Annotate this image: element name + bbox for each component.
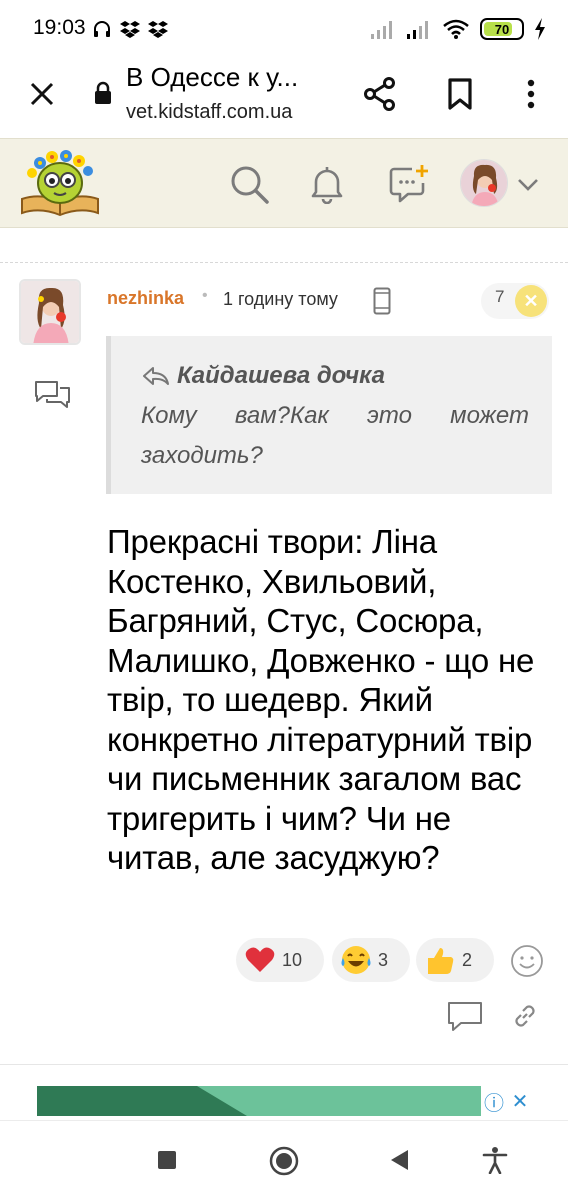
- page-url[interactable]: vet.kidstaff.com.ua: [126, 101, 292, 124]
- headphones-icon: [94, 21, 110, 37]
- page-title[interactable]: В Одессе к у...: [126, 62, 336, 93]
- status-bar: 19:03 70: [0, 0, 568, 58]
- reply-icon[interactable]: [446, 1000, 484, 1039]
- share-icon[interactable]: [360, 72, 400, 116]
- reply-bubbles-icon[interactable]: [33, 378, 71, 417]
- post-counter-number: 7: [495, 287, 505, 306]
- divider: [0, 262, 568, 263]
- post-counter[interactable]: 7 ✕: [481, 283, 549, 319]
- reaction-laugh[interactable]: 3: [332, 938, 410, 982]
- dropbox-icon: [120, 21, 140, 38]
- back-button[interactable]: [382, 1143, 416, 1177]
- site-logo[interactable]: [18, 147, 102, 221]
- user-avatar[interactable]: [460, 159, 508, 207]
- accessibility-icon[interactable]: [478, 1143, 512, 1177]
- ad-controls: ⓘ ✕: [481, 1086, 533, 1116]
- lock-icon: [92, 80, 114, 106]
- quote-text: Кому вам?Как это может заходить?: [141, 402, 529, 469]
- quote-author[interactable]: Кайдашева дочка: [177, 362, 385, 390]
- author-avatar[interactable]: [19, 279, 81, 345]
- system-nav-bar: [0, 1120, 568, 1200]
- status-icons-left: [92, 18, 168, 40]
- ad-graphic: [37, 1086, 533, 1116]
- mobile-device-icon: [373, 287, 391, 320]
- quoted-comment: Кайдашева дочка Кому вам?Как это может з…: [106, 336, 552, 494]
- heart-icon: [244, 944, 276, 976]
- add-reaction-icon[interactable]: [510, 944, 544, 983]
- home-button[interactable]: [266, 1143, 302, 1179]
- close-icon[interactable]: ✕: [507, 1086, 533, 1116]
- battery-icon: 70: [480, 18, 524, 40]
- reaction-count: 2: [462, 949, 473, 970]
- divider: [0, 1064, 568, 1065]
- reaction-heart[interactable]: 10: [236, 938, 324, 982]
- close-icon[interactable]: ✕: [515, 285, 547, 317]
- reply-arrow-icon: [143, 367, 169, 385]
- link-icon[interactable]: [510, 1001, 540, 1036]
- battery-label: 70: [494, 21, 510, 37]
- browser-toolbar: В Одессе к у... vet.kidstaff.com.ua: [0, 58, 568, 138]
- laughing-tears-icon: [340, 944, 372, 976]
- post-author[interactable]: nezhinka: [107, 288, 184, 309]
- post-body: Прекрасні твори: Ліна Костенко, Хвильови…: [107, 523, 535, 876]
- new-message-icon[interactable]: [386, 161, 432, 207]
- recents-button[interactable]: [150, 1143, 184, 1177]
- wifi-icon: [443, 19, 469, 39]
- chevron-down-icon[interactable]: [514, 171, 542, 199]
- status-icons-right: 70: [370, 16, 546, 42]
- thumbs-up-icon: [424, 944, 456, 976]
- info-icon[interactable]: ⓘ: [481, 1086, 507, 1116]
- search-icon[interactable]: [226, 161, 272, 207]
- reaction-like[interactable]: 2: [416, 938, 494, 982]
- ad-banner[interactable]: ⓘ ✕: [37, 1086, 533, 1116]
- reaction-count: 10: [282, 949, 303, 970]
- status-time: 19:03: [33, 16, 86, 39]
- bell-icon[interactable]: [306, 161, 348, 207]
- charging-icon: [535, 18, 545, 40]
- close-icon[interactable]: [22, 74, 62, 114]
- quote-header: Кайдашева дочка: [141, 362, 385, 390]
- signal-icon: [407, 21, 428, 39]
- signal-icon: [371, 21, 392, 39]
- reaction-count: 3: [378, 949, 389, 970]
- meta-separator: •: [202, 287, 208, 304]
- site-header: [0, 138, 568, 228]
- bookmark-icon[interactable]: [440, 74, 480, 114]
- more-vert-icon[interactable]: [514, 74, 548, 114]
- dropbox-icon: [148, 21, 168, 38]
- post-time: 1 годину тому: [223, 289, 338, 309]
